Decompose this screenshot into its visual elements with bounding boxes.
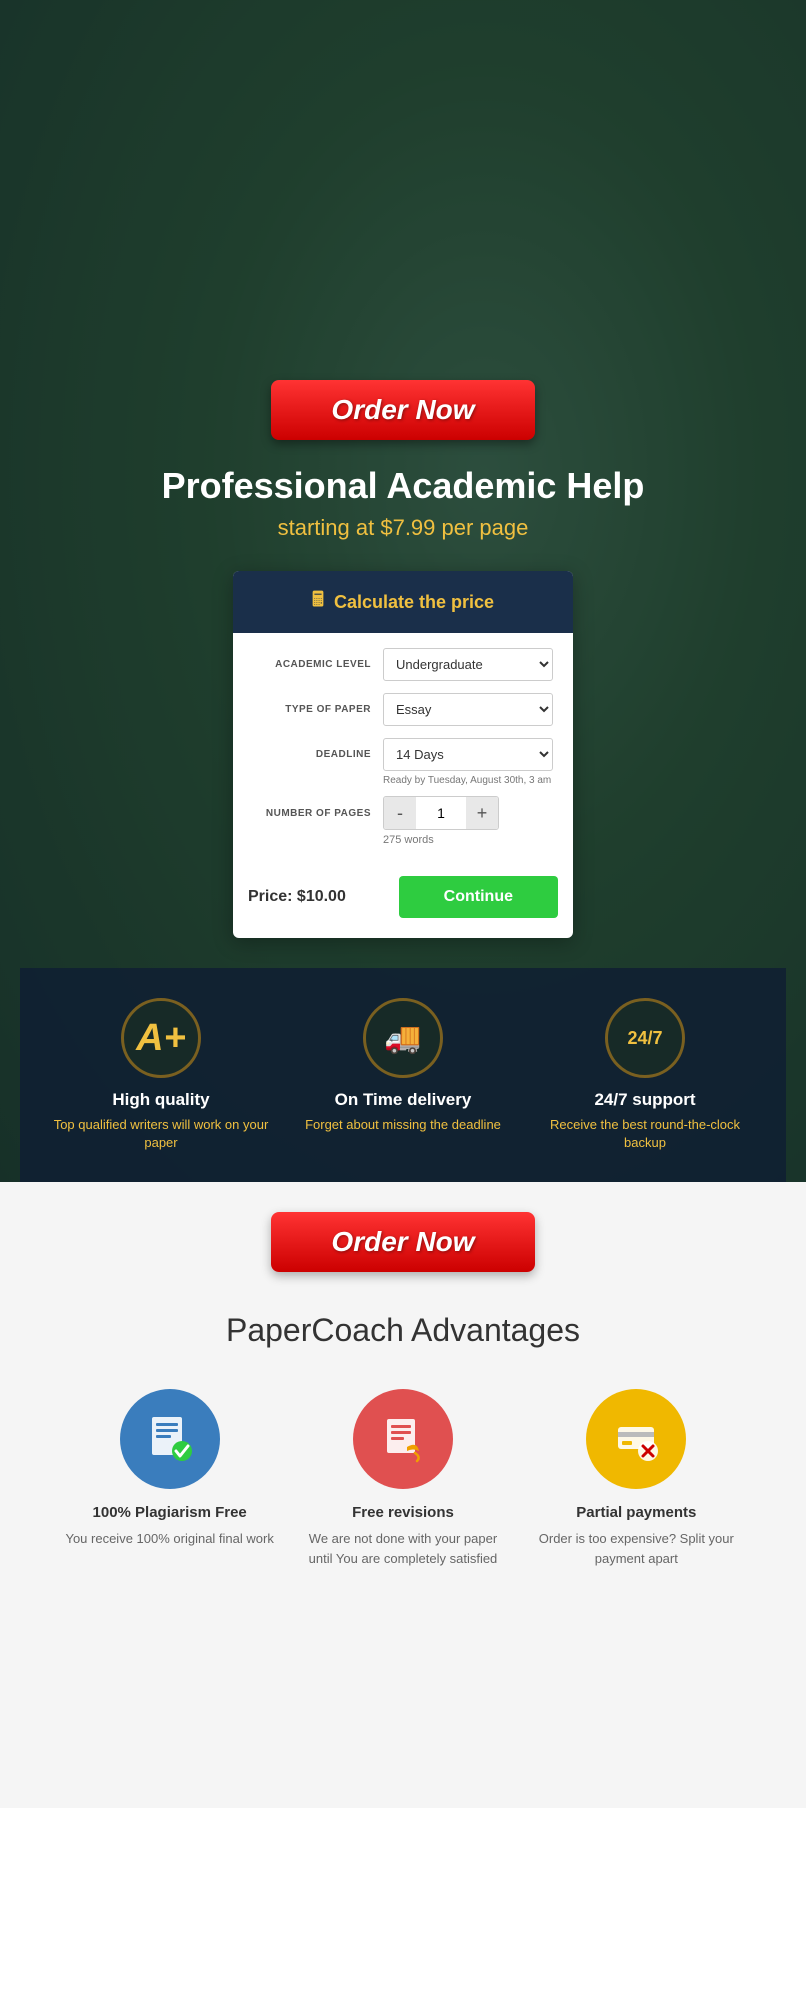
- partial-payments-icon: [586, 1389, 686, 1489]
- advantages-title: PaperCoach Advantages: [226, 1312, 580, 1349]
- plagiarism-free-title: 100% Plagiarism Free: [93, 1504, 247, 1521]
- bottom-spacer: [0, 1608, 806, 1808]
- continue-button[interactable]: Continue: [399, 876, 558, 918]
- aplus-icon: A+: [136, 1017, 186, 1060]
- paper-type-select[interactable]: Essay Research Paper Term Paper Coursewo…: [383, 693, 553, 726]
- feature-high-quality: A+ High quality Top qualified writers wi…: [52, 998, 270, 1152]
- advantages-grid: 100% Plagiarism Free You receive 100% or…: [53, 1389, 753, 1568]
- support-desc: Receive the best round-the-clock backup: [536, 1116, 754, 1152]
- 247-icon: 24/7: [627, 1028, 662, 1049]
- order-now-button-mid[interactable]: Order Now: [271, 1212, 534, 1272]
- support-title: 24/7 support: [594, 1090, 695, 1110]
- features-strip: A+ High quality Top qualified writers wi…: [20, 968, 786, 1182]
- pages-controls: - +: [383, 796, 499, 830]
- free-revisions-title: Free revisions: [352, 1504, 454, 1521]
- advantage-plagiarism-free: 100% Plagiarism Free You receive 100% or…: [65, 1389, 275, 1568]
- on-time-title: On Time delivery: [335, 1090, 472, 1110]
- paper-type-label: TYPE OF PAPER: [253, 704, 383, 715]
- pages-input[interactable]: [416, 800, 466, 826]
- hero-section: Order Now Professional Academic Help sta…: [0, 0, 806, 1182]
- middle-section: Order Now PaperCoach Advantages 100% Pla…: [0, 1182, 806, 1608]
- academic-level-select[interactable]: Undergraduate High School Master PhD: [383, 648, 553, 681]
- order-now-button-top[interactable]: Order Now: [271, 380, 534, 440]
- plagiarism-free-desc: You receive 100% original final work: [65, 1529, 273, 1549]
- free-revisions-svg: [377, 1413, 429, 1465]
- advantage-partial-payments: Partial payments Order is too expensive?…: [531, 1389, 741, 1568]
- academic-level-label: ACADEMIC LEVEL: [253, 659, 383, 670]
- high-quality-title: High quality: [112, 1090, 209, 1110]
- on-time-icon-circle: 🚚: [363, 998, 443, 1078]
- calc-footer: Price: $10.00 Continue: [233, 876, 573, 918]
- on-time-desc: Forget about missing the deadline: [305, 1116, 501, 1134]
- partial-payments-title: Partial payments: [576, 1504, 696, 1521]
- calculator-card: 🖩 Calculate the price ACADEMIC LEVEL Und…: [233, 571, 573, 938]
- high-quality-icon-circle: A+: [121, 998, 201, 1078]
- deadline-note: Ready by Tuesday, August 30th, 3 am: [383, 775, 553, 786]
- truck-icon: 🚚: [384, 1021, 421, 1056]
- deadline-label: DEADLINE: [253, 749, 383, 760]
- support-icon-circle: 24/7: [605, 998, 685, 1078]
- pages-minus-button[interactable]: -: [384, 797, 416, 829]
- hero-title: Professional Academic Help: [162, 465, 645, 507]
- free-revisions-icon: [353, 1389, 453, 1489]
- words-note: 275 words: [383, 834, 553, 846]
- hero-subtitle: starting at $7.99 per page: [278, 515, 529, 541]
- calc-header: 🖩 Calculate the price: [233, 571, 573, 633]
- free-revisions-desc: We are not done with your paper until Yo…: [298, 1529, 508, 1568]
- price-label: Price: $10.00: [248, 888, 346, 906]
- pages-row: NUMBER OF PAGES - +: [253, 796, 553, 830]
- partial-payments-desc: Order is too expensive? Split your payme…: [531, 1529, 741, 1568]
- high-quality-desc: Top qualified writers will work on your …: [52, 1116, 270, 1152]
- plagiarism-free-svg: [144, 1413, 196, 1465]
- deadline-row: DEADLINE 3 Hours 6 Hours 12 Hours 24 Hou…: [253, 738, 553, 771]
- paper-type-row: TYPE OF PAPER Essay Research Paper Term …: [253, 693, 553, 726]
- plagiarism-free-icon: [120, 1389, 220, 1489]
- feature-247-support: 24/7 24/7 support Receive the best round…: [536, 998, 754, 1152]
- calc-header-text: Calculate the price: [334, 592, 494, 613]
- feature-on-time: 🚚 On Time delivery Forget about missing …: [294, 998, 512, 1134]
- advantage-free-revisions: Free revisions We are not done with your…: [298, 1389, 508, 1568]
- pages-label: NUMBER OF PAGES: [253, 808, 383, 819]
- calc-body: ACADEMIC LEVEL Undergraduate High School…: [233, 633, 573, 871]
- academic-level-row: ACADEMIC LEVEL Undergraduate High School…: [253, 648, 553, 681]
- calculator-icon: 🖩: [312, 585, 324, 619]
- partial-payments-svg: [610, 1413, 662, 1465]
- deadline-select[interactable]: 3 Hours 6 Hours 12 Hours 24 Hours 2 Days…: [383, 738, 553, 771]
- pages-plus-button[interactable]: +: [466, 797, 498, 829]
